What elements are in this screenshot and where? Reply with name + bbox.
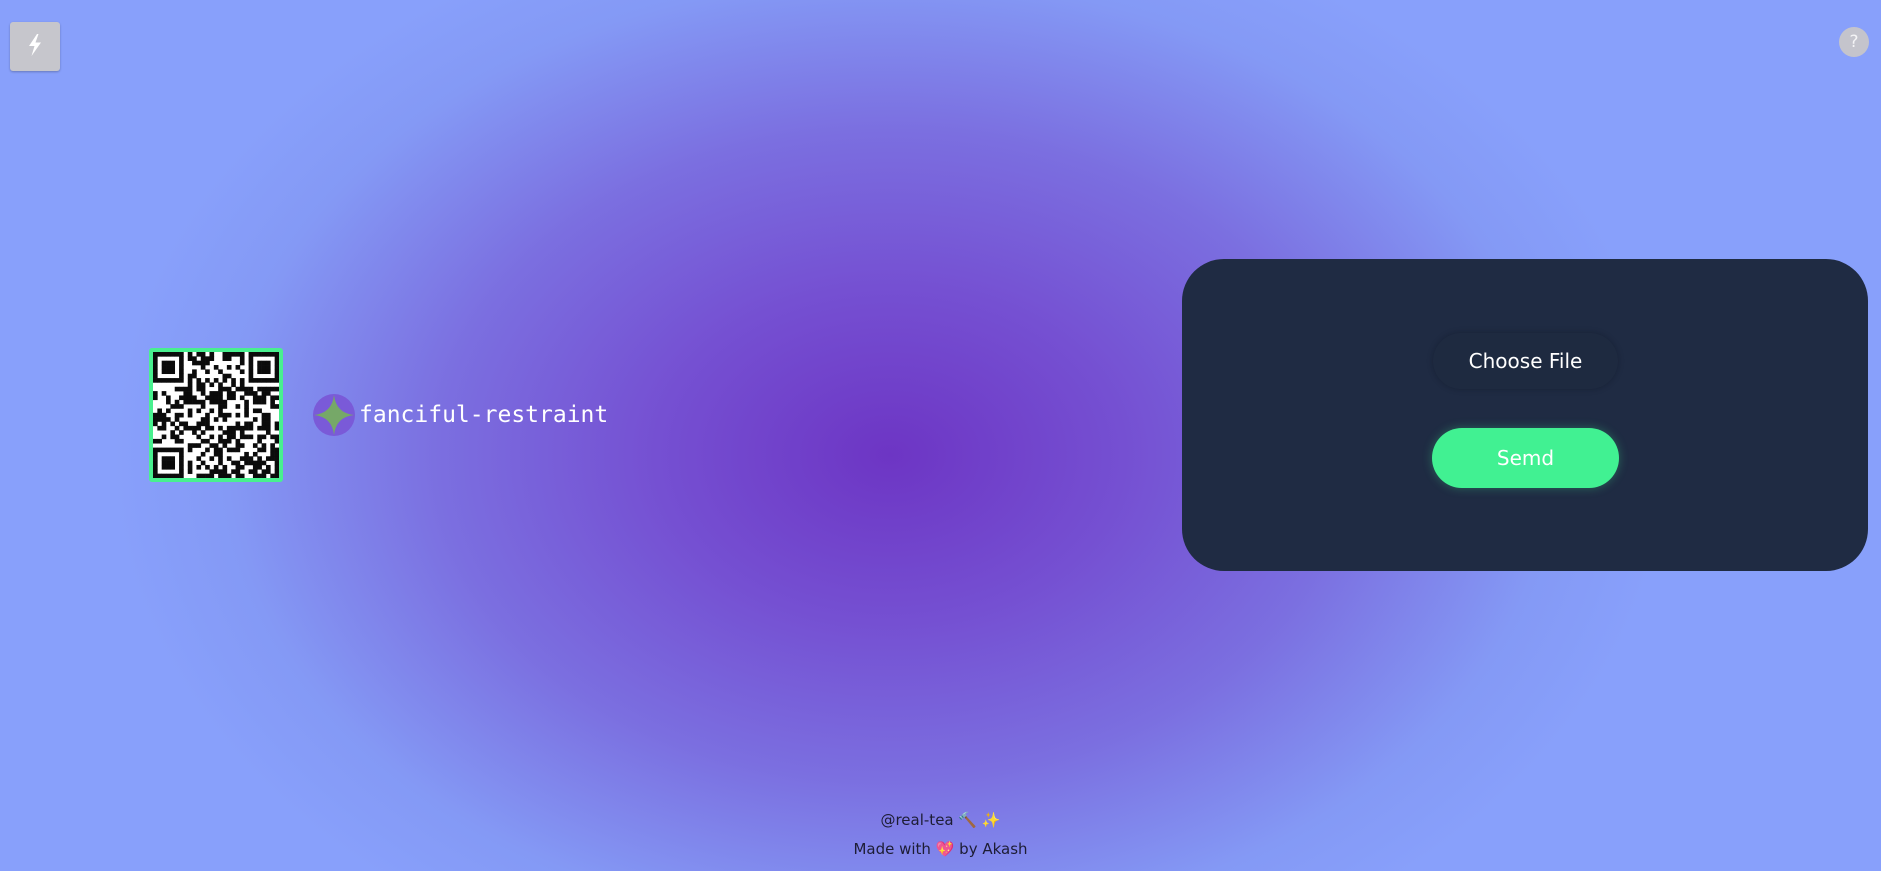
help-button[interactable]: ?	[1839, 27, 1869, 57]
peer-qr-code	[149, 348, 283, 482]
heart-emoji: 💖	[935, 840, 955, 858]
settings-bolt-button[interactable]	[10, 22, 60, 71]
made-with-text: Made with	[853, 840, 931, 858]
by-text: by	[959, 840, 978, 858]
send-button[interactable]: Semd	[1432, 428, 1619, 488]
hammer-sparkles-emoji: 🔨 ✨	[958, 811, 1001, 829]
choose-file-button[interactable]: Choose File	[1433, 333, 1618, 389]
peer-avatar	[313, 394, 355, 436]
footer-credit-line: Made with 💖 by Akash	[0, 840, 1881, 858]
help-icon: ?	[1849, 32, 1859, 52]
file-send-card: Choose File Semd	[1182, 259, 1868, 571]
author-link[interactable]: Akash	[982, 840, 1027, 858]
footer-handle-link[interactable]: @real-tea	[880, 811, 953, 829]
footer-handle-line: @real-tea 🔨 ✨	[0, 811, 1881, 829]
peer-avatar-icon	[313, 394, 355, 436]
lightning-bolt-icon	[24, 33, 46, 61]
peer-name[interactable]: fanciful-restraint	[359, 400, 608, 430]
qr-code-icon	[153, 352, 279, 478]
